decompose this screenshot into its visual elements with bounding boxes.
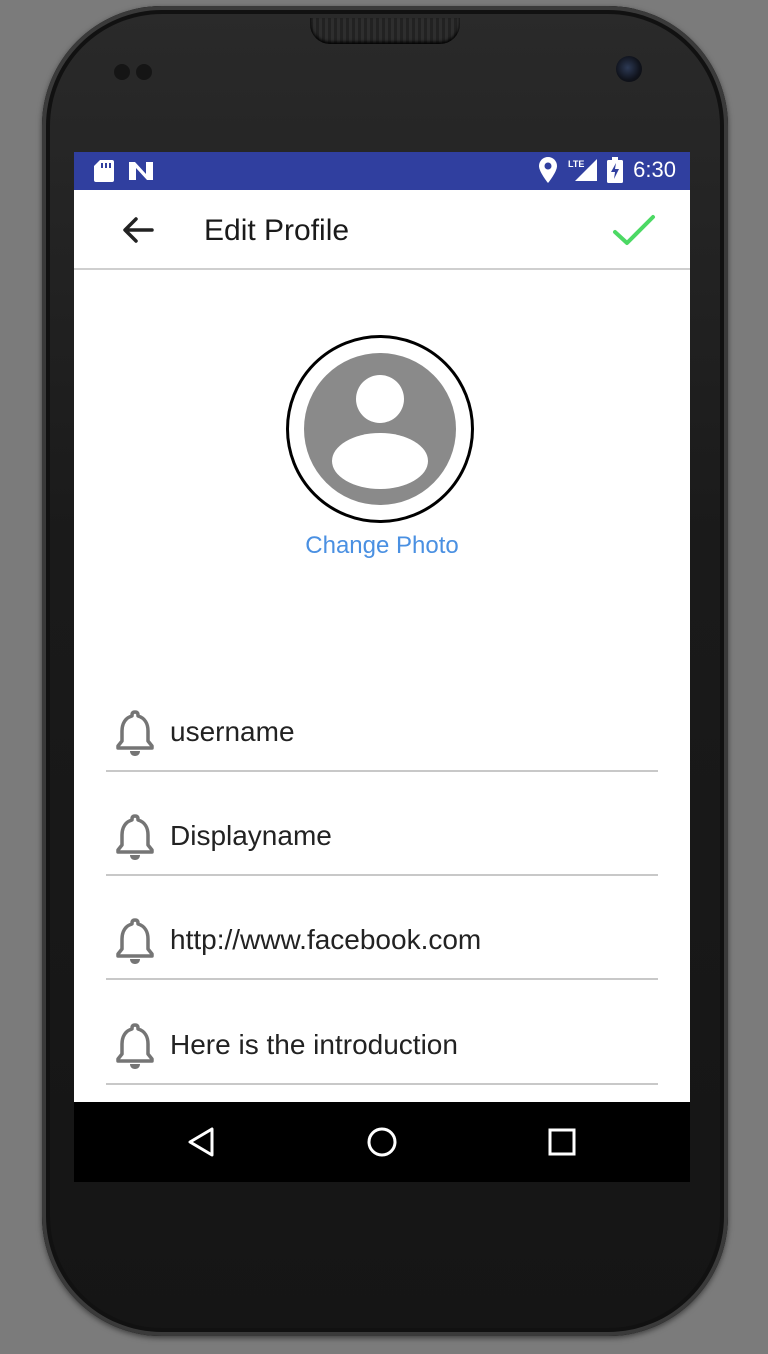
proximity-sensor [114, 64, 130, 80]
nav-recents-icon[interactable] [542, 1122, 582, 1162]
username-field[interactable]: username [106, 694, 658, 772]
bell-icon [116, 918, 154, 964]
description-value: Here is the introduction [170, 1029, 458, 1060]
bell-icon [116, 814, 154, 860]
system-nav-bar [74, 1102, 690, 1182]
description-field[interactable]: Here is the introduction [106, 1007, 658, 1085]
status-bar: LTE 6:30 [74, 152, 690, 190]
nav-home-icon[interactable] [362, 1122, 402, 1162]
nav-back-icon[interactable] [182, 1122, 222, 1162]
lte-label: LTE [568, 159, 584, 169]
bell-icon [116, 710, 154, 756]
n-notification-icon [129, 162, 153, 180]
check-icon[interactable] [612, 210, 656, 250]
status-time: 6:30 [633, 157, 676, 182]
displayname-value: Displayname [170, 820, 332, 851]
lte-signal-icon: LTE [568, 159, 598, 181]
profile-photo[interactable] [286, 335, 474, 523]
app-screen: LTE 6:30 Edit Profile Change Photo usern… [74, 152, 690, 1182]
location-icon [539, 157, 558, 183]
change-photo-link[interactable]: Change Photo [74, 532, 690, 560]
front-camera [616, 56, 642, 82]
earpiece-speaker [310, 18, 460, 44]
light-sensor [136, 64, 152, 80]
page-title: Edit Profile [204, 214, 350, 247]
arrow-back-icon[interactable] [118, 210, 158, 250]
website-value: http://www.facebook.com [170, 924, 482, 955]
username-value: username [170, 716, 295, 747]
displayname-field[interactable]: Displayname [106, 798, 658, 876]
sd-card-icon [94, 160, 114, 182]
battery-charging-icon [607, 157, 624, 183]
website-field[interactable]: http://www.facebook.com [106, 902, 658, 980]
app-toolbar: Edit Profile [74, 190, 690, 270]
account-circle-icon [304, 353, 456, 505]
bell-icon [116, 1023, 154, 1069]
